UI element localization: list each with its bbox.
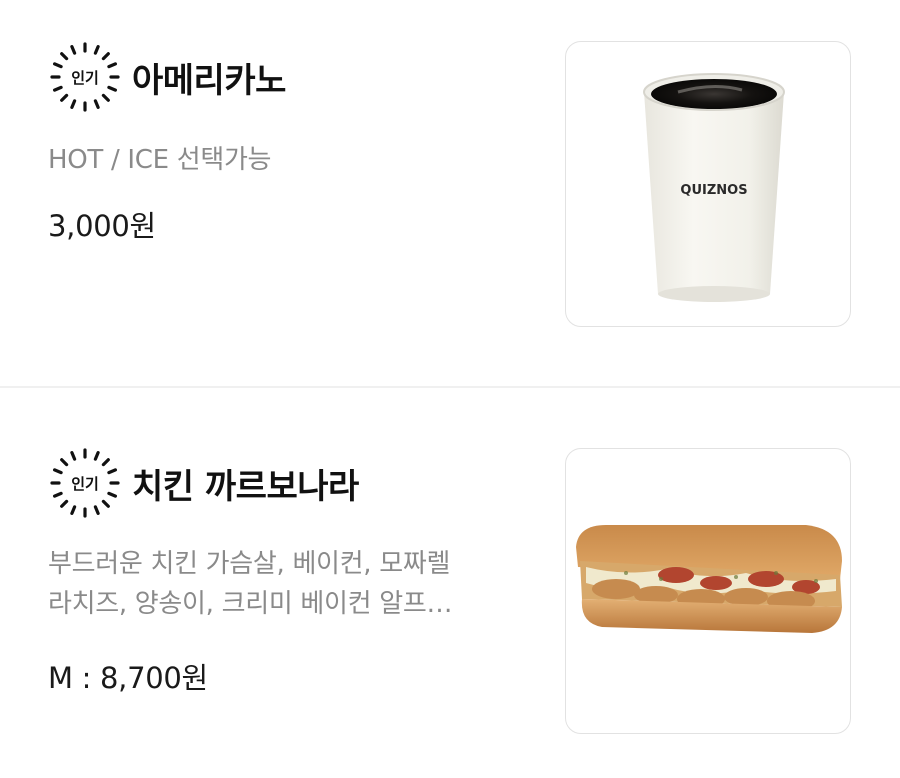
popular-badge-label: 인기 — [71, 68, 99, 87]
item-thumbnail[interactable] — [565, 448, 851, 734]
popular-badge-label: 인기 — [71, 474, 99, 493]
item-title: 아메리카노 — [132, 60, 286, 101]
menu-item-chicken-carbonara[interactable]: 인기 치킨 까르보나라 부드러운 치킨 가슴살, 베이컨, 모짜렐 라치즈, 양… — [0, 388, 900, 778]
item-description: 부드러운 치킨 가슴살, 베이컨, 모짜렐 라치즈, 양송이, 크리미 베이컨 … — [48, 544, 528, 624]
item-description: HOT / ICE 선택가능 — [48, 140, 271, 180]
item-thumbnail[interactable]: QUIZNOS — [565, 41, 851, 327]
menu-item-americano[interactable]: 인기 아메리카노 HOT / ICE 선택가능 3,000원 QUIZNOS — [0, 0, 900, 386]
description-line: 부드러운 치킨 가슴살, 베이컨, 모짜렐 — [48, 549, 451, 579]
cup-brand-text: QUIZNOS — [680, 183, 747, 198]
description-line: 라치즈, 양송이, 크리미 베이컨 알프… — [48, 589, 453, 619]
item-price: M : 8,700원 — [48, 661, 208, 695]
description-line: HOT / ICE 선택가능 — [48, 145, 272, 175]
popular-badge: 인기 — [48, 40, 122, 114]
item-price: 3,000원 — [48, 209, 156, 243]
item-title-row: 인기 아메리카노 — [48, 40, 286, 114]
popular-badge: 인기 — [48, 446, 122, 520]
coffee-cup-icon: QUIZNOS — [643, 73, 785, 302]
item-title-row: 인기 치킨 까르보나라 — [48, 446, 359, 520]
item-title: 치킨 까르보나라 — [132, 466, 359, 507]
sandwich-icon — [576, 525, 842, 633]
